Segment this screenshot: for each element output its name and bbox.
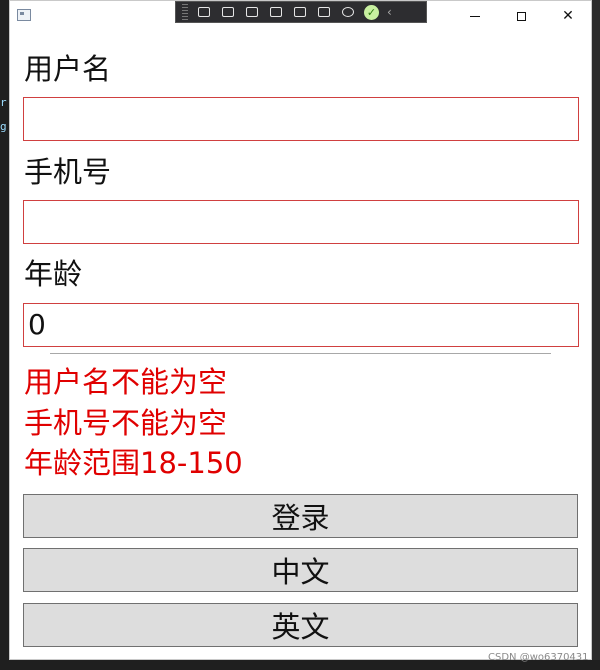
accessibility-icon[interactable]: [340, 5, 356, 19]
live-visual-tree-icon[interactable]: [196, 5, 212, 19]
app-icon: [17, 9, 31, 21]
watermark: CSDN @wo6370431: [488, 652, 589, 663]
video-icon[interactable]: [220, 5, 236, 19]
wpf-runtime-toolbar: ✓ ‹: [175, 1, 427, 23]
display-adorners-icon[interactable]: [268, 5, 284, 19]
title-bar[interactable]: ✓ ‹ ✕: [10, 1, 591, 31]
app-window: ✓ ‹ ✕ 用户名 手机号 年龄 0 用户名不能为空 手机号不能为空 年龄范围1…: [9, 0, 592, 660]
check-icon[interactable]: ✓: [364, 4, 379, 20]
select-element-icon[interactable]: [244, 5, 260, 19]
age-input[interactable]: 0: [23, 303, 579, 347]
login-button[interactable]: 登录: [23, 494, 578, 538]
track-focus-icon[interactable]: [292, 5, 308, 19]
maximize-icon: [516, 11, 526, 21]
username-input[interactable]: [23, 97, 579, 141]
close-icon: ✕: [562, 8, 574, 24]
age-error-text: 年龄范围18-150: [24, 446, 243, 480]
toolbar-grip-icon[interactable]: [182, 4, 188, 20]
background-code-snippet: g: [0, 120, 7, 133]
chevron-left-icon[interactable]: ‹: [387, 5, 392, 19]
divider: [50, 353, 551, 354]
phone-error-text: 手机号不能为空: [24, 406, 228, 440]
binding-failures-icon[interactable]: [316, 5, 332, 19]
chinese-language-button[interactable]: 中文: [23, 548, 578, 592]
maximize-button[interactable]: [498, 1, 544, 31]
age-label: 年龄: [24, 257, 83, 291]
background-code-snippet: r: [0, 96, 7, 109]
close-button[interactable]: ✕: [545, 1, 591, 31]
minimize-button[interactable]: [452, 1, 498, 31]
username-error-text: 用户名不能为空: [24, 365, 228, 399]
username-label: 用户名: [24, 52, 112, 86]
english-language-button[interactable]: 英文: [23, 603, 578, 647]
phone-label: 手机号: [24, 155, 112, 189]
minimize-icon: [470, 15, 480, 17]
phone-input[interactable]: [23, 200, 579, 244]
